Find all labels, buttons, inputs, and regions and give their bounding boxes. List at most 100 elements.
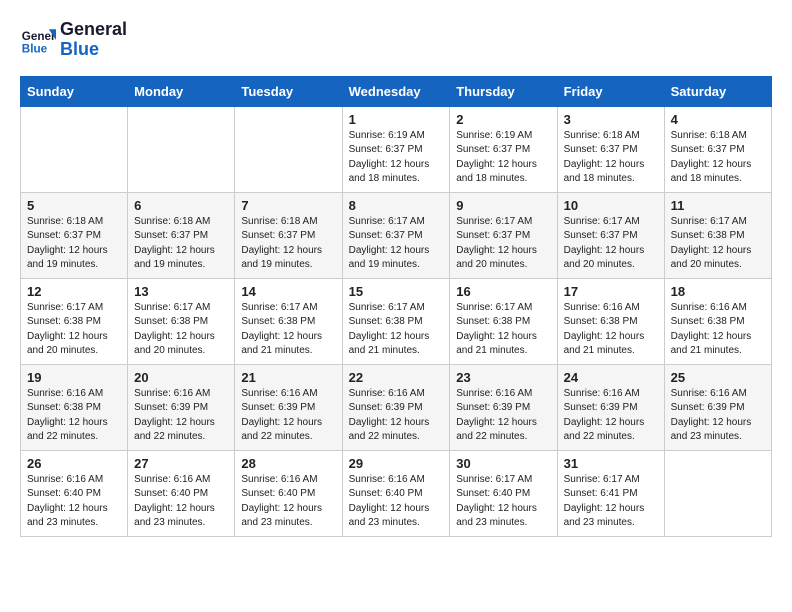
- day-number: 15: [349, 284, 444, 299]
- calendar-cell: 18 Sunrise: 6:16 AM Sunset: 6:38 PM Dayli…: [664, 278, 771, 364]
- calendar-cell: 14Sunrise: 6:17 AM Sunset: 6:38 PM Dayli…: [235, 278, 342, 364]
- calendar-cell: 10 Sunrise: 6:17 AM Sunset: 6:37 PM Dayli…: [557, 192, 664, 278]
- calendar-cell: 17 Sunrise: 6:16 AM Sunset: 6:38 PM Dayli…: [557, 278, 664, 364]
- logo: General Blue General Blue: [20, 20, 127, 60]
- day-number: 10: [564, 198, 658, 213]
- day-number: 1: [349, 112, 444, 127]
- day-number: 3: [564, 112, 658, 127]
- day-info: Sunrise: 6:19 AM Sunset: 6:37 PM Dayligh…: [456, 129, 550, 187]
- calendar-week-row: 5 Sunrise: 6:18 AM Sunset: 6:37 PM Daylig…: [21, 192, 772, 278]
- day-number: 28: [241, 456, 335, 471]
- logo-icon: General Blue: [20, 22, 56, 58]
- calendar-cell: 21Sunrise: 6:16 AM Sunset: 6:39 PM Dayli…: [235, 364, 342, 450]
- day-number: 26: [27, 456, 121, 471]
- day-info: Sunrise: 6:19 AM Sunset: 6:37 PM Dayligh…: [349, 129, 444, 187]
- calendar-cell: [128, 106, 235, 192]
- day-number: 11: [671, 198, 765, 213]
- day-info: Sunrise: 6:16 AM Sunset: 6:38 PM Dayligh…: [671, 301, 765, 359]
- calendar-table: SundayMondayTuesdayWednesdayThursdayFrid…: [20, 76, 772, 537]
- column-header-tuesday: Tuesday: [235, 76, 342, 106]
- day-number: 31: [564, 456, 658, 471]
- day-number: 23: [456, 370, 550, 385]
- calendar-cell: [21, 106, 128, 192]
- calendar-cell: 6 Sunrise: 6:18 AM Sunset: 6:37 PM Daylig…: [128, 192, 235, 278]
- day-info: Sunrise: 6:17 AM Sunset: 6:38 PM Dayligh…: [241, 301, 335, 359]
- calendar-cell: 22 Sunrise: 6:16 AM Sunset: 6:39 PM Dayli…: [342, 364, 450, 450]
- calendar-cell: 31 Sunrise: 6:17 AM Sunset: 6:41 PM Dayli…: [557, 450, 664, 536]
- calendar-cell: [664, 450, 771, 536]
- day-info: Sunrise: 6:16 AM Sunset: 6:38 PM Dayligh…: [564, 301, 658, 359]
- day-number: 6: [134, 198, 228, 213]
- day-info: Sunrise: 6:17 AM Sunset: 6:41 PM Dayligh…: [564, 473, 658, 531]
- calendar-header-row: SundayMondayTuesdayWednesdayThursdayFrid…: [21, 76, 772, 106]
- svg-text:Blue: Blue: [22, 42, 48, 55]
- calendar-week-row: 12 Sunrise: 6:17 AM Sunset: 6:38 PM Dayli…: [21, 278, 772, 364]
- calendar-cell: 19 Sunrise: 6:16 AM Sunset: 6:38 PM Dayli…: [21, 364, 128, 450]
- day-number: 30: [456, 456, 550, 471]
- day-info: Sunrise: 6:17 AM Sunset: 6:37 PM Dayligh…: [456, 215, 550, 273]
- day-info: Sunrise: 6:16 AM Sunset: 6:39 PM Dayligh…: [456, 387, 550, 445]
- day-info: Sunrise: 6:16 AM Sunset: 6:40 PM Dayligh…: [241, 473, 335, 531]
- calendar-cell: 9 Sunrise: 6:17 AM Sunset: 6:37 PM Daylig…: [450, 192, 557, 278]
- day-info: Sunrise: 6:18 AM Sunset: 6:37 PM Dayligh…: [241, 215, 335, 273]
- day-info: Sunrise: 6:17 AM Sunset: 6:38 PM Dayligh…: [349, 301, 444, 359]
- logo-text-general: General: [60, 20, 127, 40]
- day-info: Sunrise: 6:17 AM Sunset: 6:40 PM Dayligh…: [456, 473, 550, 531]
- calendar-cell: 8 Sunrise: 6:17 AM Sunset: 6:37 PM Daylig…: [342, 192, 450, 278]
- day-number: 8: [349, 198, 444, 213]
- day-info: Sunrise: 6:16 AM Sunset: 6:38 PM Dayligh…: [27, 387, 121, 445]
- day-number: 29: [349, 456, 444, 471]
- day-number: 16: [456, 284, 550, 299]
- calendar-cell: 2 Sunrise: 6:19 AM Sunset: 6:37 PM Daylig…: [450, 106, 557, 192]
- calendar-week-row: 1 Sunrise: 6:19 AM Sunset: 6:37 PM Daylig…: [21, 106, 772, 192]
- calendar-cell: 5Sunrise: 6:18 AM Sunset: 6:37 PM Daylig…: [21, 192, 128, 278]
- calendar-cell: 26 Sunrise: 6:16 AM Sunset: 6:40 PM Dayli…: [21, 450, 128, 536]
- calendar-cell: 1 Sunrise: 6:19 AM Sunset: 6:37 PM Daylig…: [342, 106, 450, 192]
- day-info: Sunrise: 6:17 AM Sunset: 6:37 PM Dayligh…: [349, 215, 444, 273]
- day-number: 4: [671, 112, 765, 127]
- day-info: Sunrise: 6:16 AM Sunset: 6:39 PM Dayligh…: [564, 387, 658, 445]
- calendar-cell: 24Sunrise: 6:16 AM Sunset: 6:39 PM Dayli…: [557, 364, 664, 450]
- day-info: Sunrise: 6:16 AM Sunset: 6:39 PM Dayligh…: [349, 387, 444, 445]
- column-header-thursday: Thursday: [450, 76, 557, 106]
- day-number: 5: [27, 198, 121, 213]
- day-number: 2: [456, 112, 550, 127]
- calendar-cell: 3 Sunrise: 6:18 AM Sunset: 6:37 PM Daylig…: [557, 106, 664, 192]
- day-number: 21: [241, 370, 335, 385]
- day-info: Sunrise: 6:18 AM Sunset: 6:37 PM Dayligh…: [564, 129, 658, 187]
- calendar-cell: [235, 106, 342, 192]
- day-number: 9: [456, 198, 550, 213]
- day-info: Sunrise: 6:18 AM Sunset: 6:37 PM Dayligh…: [134, 215, 228, 273]
- calendar-cell: 28 Sunrise: 6:16 AM Sunset: 6:40 PM Dayli…: [235, 450, 342, 536]
- calendar-cell: 16 Sunrise: 6:17 AM Sunset: 6:38 PM Dayli…: [450, 278, 557, 364]
- calendar-week-row: 26 Sunrise: 6:16 AM Sunset: 6:40 PM Dayli…: [21, 450, 772, 536]
- day-info: Sunrise: 6:16 AM Sunset: 6:40 PM Dayligh…: [349, 473, 444, 531]
- day-info: Sunrise: 6:18 AM Sunset: 6:37 PM Dayligh…: [671, 129, 765, 187]
- column-header-monday: Monday: [128, 76, 235, 106]
- column-header-sunday: Sunday: [21, 76, 128, 106]
- day-number: 18: [671, 284, 765, 299]
- day-number: 22: [349, 370, 444, 385]
- day-info: Sunrise: 6:17 AM Sunset: 6:38 PM Dayligh…: [27, 301, 121, 359]
- day-info: Sunrise: 6:17 AM Sunset: 6:37 PM Dayligh…: [564, 215, 658, 273]
- calendar-cell: 23 Sunrise: 6:16 AM Sunset: 6:39 PM Dayli…: [450, 364, 557, 450]
- calendar-cell: 4 Sunrise: 6:18 AM Sunset: 6:37 PM Daylig…: [664, 106, 771, 192]
- day-number: 17: [564, 284, 658, 299]
- day-info: Sunrise: 6:17 AM Sunset: 6:38 PM Dayligh…: [671, 215, 765, 273]
- day-info: Sunrise: 6:16 AM Sunset: 6:40 PM Dayligh…: [27, 473, 121, 531]
- day-number: 7: [241, 198, 335, 213]
- column-header-saturday: Saturday: [664, 76, 771, 106]
- calendar-week-row: 19 Sunrise: 6:16 AM Sunset: 6:38 PM Dayli…: [21, 364, 772, 450]
- day-number: 12: [27, 284, 121, 299]
- calendar-cell: 11 Sunrise: 6:17 AM Sunset: 6:38 PM Dayli…: [664, 192, 771, 278]
- day-info: Sunrise: 6:16 AM Sunset: 6:39 PM Dayligh…: [134, 387, 228, 445]
- day-number: 27: [134, 456, 228, 471]
- day-number: 19: [27, 370, 121, 385]
- calendar-cell: 20Sunrise: 6:16 AM Sunset: 6:39 PM Dayli…: [128, 364, 235, 450]
- logo-text-blue: Blue: [60, 40, 127, 60]
- day-info: Sunrise: 6:17 AM Sunset: 6:38 PM Dayligh…: [456, 301, 550, 359]
- day-number: 25: [671, 370, 765, 385]
- calendar-cell: 12 Sunrise: 6:17 AM Sunset: 6:38 PM Dayli…: [21, 278, 128, 364]
- calendar-cell: 29 Sunrise: 6:16 AM Sunset: 6:40 PM Dayli…: [342, 450, 450, 536]
- calendar-cell: 27Sunrise: 6:16 AM Sunset: 6:40 PM Dayli…: [128, 450, 235, 536]
